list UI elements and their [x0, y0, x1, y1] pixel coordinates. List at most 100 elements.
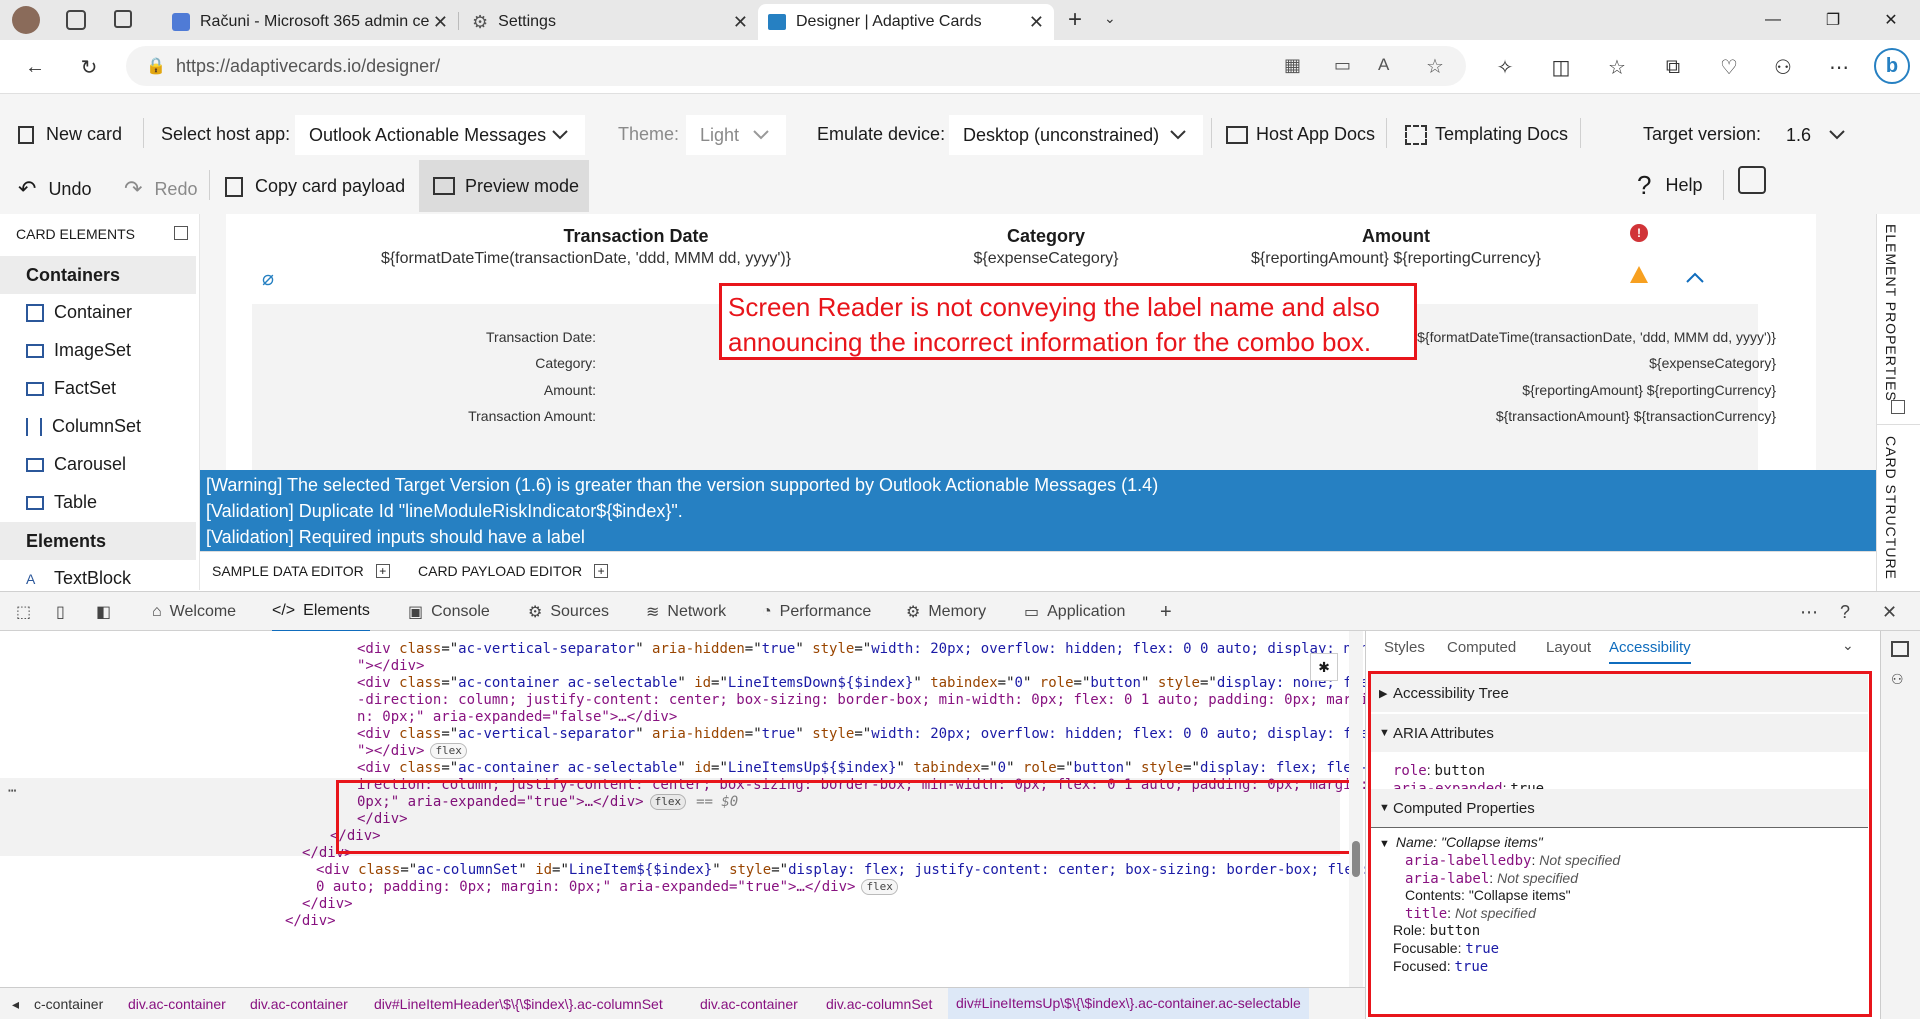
dom-line[interactable]: <div class="ac-vertical-separator" aria-… [357, 639, 1365, 659]
expand-icon[interactable]: + [375, 564, 390, 578]
breadcrumb-item[interactable]: div.ac-container [700, 996, 798, 1012]
side-tab-layout[interactable]: Layout [1546, 639, 1591, 656]
close-tab-icon[interactable]: ✕ [733, 12, 748, 33]
read-aloud-icon[interactable]: A [1378, 55, 1389, 75]
side-tab-computed[interactable]: Computed [1447, 639, 1516, 656]
breadcrumb-item[interactable]: div.ac-columnSet [826, 996, 932, 1012]
close-window-icon[interactable]: ✕ [1862, 0, 1920, 40]
computed-properties-section[interactable]: ▼ Computed Properties [1371, 789, 1868, 827]
split-screen-icon[interactable]: ◫ [1546, 52, 1576, 82]
flex-badge[interactable]: flex [861, 879, 898, 895]
devtools-tab-welcome[interactable]: ⌂ Welcome [152, 592, 236, 632]
close-devtools-icon[interactable]: ✕ [1882, 592, 1897, 632]
copy-card-payload-button[interactable]: Copy card payload [225, 176, 405, 197]
dom-line[interactable]: <div class="ac-vertical-separator" aria-… [357, 724, 1365, 744]
palette-item-container[interactable]: Container [26, 302, 132, 323]
side-tab-accessibility[interactable]: Accessibility [1609, 639, 1691, 664]
flex-badge[interactable]: flex [430, 743, 467, 759]
side-tabs-chevron-icon[interactable]: ⌄ [1842, 637, 1854, 654]
inspect-element-icon[interactable]: ⬚ [16, 592, 31, 632]
card-structure-tab[interactable]: CARD STRUCTURE [1883, 436, 1899, 580]
workspaces-icon[interactable] [66, 10, 86, 30]
palette-item-imageset[interactable]: ImageSet [26, 340, 131, 361]
scrollbar-thumb[interactable] [1352, 841, 1360, 877]
extensions-icon[interactable]: ✧ [1490, 52, 1520, 82]
profile-avatar[interactable] [12, 6, 40, 34]
close-tab-icon[interactable]: ✕ [1029, 12, 1044, 33]
breadcrumb-item[interactable]: div.ac-container [250, 996, 348, 1012]
sample-data-editor-tab[interactable]: SAMPLE DATA EDITOR + [212, 563, 390, 579]
tab-actions-icon[interactable] [114, 10, 132, 28]
host-app-docs-button[interactable]: Host App Docs [1226, 124, 1375, 145]
restore-icon[interactable]: ❐ [1804, 0, 1862, 40]
breadcrumb-item[interactable]: div.ac-container [128, 996, 226, 1012]
emulate-device-select[interactable]: Desktop (unconstrained) [949, 115, 1203, 155]
expand-icon[interactable]: + [594, 564, 609, 578]
dock-sidebar-icon[interactable]: ◧ [96, 592, 111, 632]
tab-settings[interactable]: ⚙ Settings ✕ [462, 4, 758, 40]
browser-essentials-icon[interactable]: ♡ [1714, 52, 1744, 82]
templating-docs-button[interactable]: Templating Docs [1405, 124, 1568, 145]
palette-item-textblock[interactable]: A TextBlock [26, 568, 131, 589]
target-version-select[interactable]: 1.6 [1772, 115, 1862, 155]
dom-line[interactable]: </div> [285, 911, 336, 931]
attachment-icon[interactable]: ⌀ [262, 266, 274, 291]
preview-mode-button[interactable]: Preview mode [419, 160, 589, 212]
help-circle-icon[interactable]: ? [1840, 592, 1850, 632]
close-tab-icon[interactable]: ✕ [433, 12, 448, 33]
shopping-icon[interactable]: ▭ [1334, 55, 1351, 76]
palette-item-carousel[interactable]: Carousel [26, 454, 126, 475]
tab-list-chevron-icon[interactable]: ⌄ [1104, 10, 1116, 27]
chevron-up-icon[interactable] [1683, 268, 1707, 288]
bing-icon[interactable]: b [1874, 48, 1910, 84]
copilot-share-icon[interactable]: ⚇ [1768, 52, 1798, 82]
more-tools-icon[interactable]: ⋯ [1800, 592, 1818, 632]
devtools-tab-performance[interactable]: ◔ Performance [762, 592, 871, 632]
host-app-select[interactable]: Outlook Actionable Messages [295, 115, 585, 155]
breadcrumb-item-selected[interactable]: div#LineItemsUp\$\{\$index\}.ac-containe… [948, 988, 1309, 1019]
card-payload-editor-tab[interactable]: CARD PAYLOAD EDITOR + [418, 563, 609, 579]
devtools-tab-memory[interactable]: ⚙ Memory [906, 592, 986, 632]
favorites-icon[interactable]: ☆ [1602, 52, 1632, 82]
add-panel-icon[interactable]: + [1160, 592, 1172, 632]
accessibility-tree-section[interactable]: ▶ Accessibility Tree [1371, 674, 1868, 712]
tab-designer[interactable]: Designer | Adaptive Cards ✕ [758, 4, 1054, 40]
computed-name-row[interactable]: ▼ Name: "Collapse items" [1379, 834, 1543, 850]
devtools-tab-elements[interactable]: </> Elements [272, 592, 370, 632]
palette-item-columnset[interactable]: ColumnSet [26, 416, 141, 437]
dom-line[interactable]: 0 auto; padding: 0px; margin: 0px;" aria… [316, 877, 898, 897]
accessibility-tools-icon[interactable]: ⚇ [1891, 671, 1904, 688]
collapse-panel-icon[interactable] [174, 226, 188, 240]
new-card-button[interactable]: New card [18, 124, 122, 145]
refresh-icon[interactable]: ↻ [74, 52, 104, 82]
side-tab-styles[interactable]: Styles [1384, 639, 1425, 656]
address-bar[interactable]: 🔒 https://adaptivecards.io/designer/ ▦ ▭… [126, 46, 1466, 86]
devtools-tab-application[interactable]: ▭ Application [1024, 592, 1125, 632]
new-tab-icon[interactable]: + [1068, 6, 1082, 34]
toggle-sidebar-icon[interactable] [1891, 641, 1909, 657]
palette-item-table[interactable]: Table [26, 492, 97, 513]
device-emulation-icon[interactable]: ▯ [56, 592, 65, 632]
help-button[interactable]: ? Help [1637, 170, 1703, 201]
breadcrumb-scroll-left-icon[interactable]: ◂ [12, 996, 19, 1013]
collections-icon[interactable]: ⧉ [1658, 52, 1688, 82]
expand-icon[interactable] [1891, 400, 1905, 414]
devtools-tab-network[interactable]: ≋ Network [646, 592, 726, 632]
favorite-star-icon[interactable]: ☆ [1426, 54, 1444, 79]
more-menu-icon[interactable]: ⋯ [1824, 52, 1854, 82]
tab-m365-admin[interactable]: Računi - Microsoft 365 admin ce ✕ [162, 4, 458, 40]
breadcrumb-item[interactable]: c-container [34, 996, 103, 1012]
element-properties-tab[interactable]: ELEMENT PROPERTIES [1883, 224, 1899, 402]
aria-attributes-section[interactable]: ▼ ARIA Attributes [1371, 714, 1868, 752]
undo-button[interactable]: ↶ Undo [18, 176, 91, 202]
palette-item-factset[interactable]: FactSet [26, 378, 116, 399]
devtools-tab-console[interactable]: ▣ Console [408, 592, 490, 632]
accessibility-inspector-icon[interactable]: ✱ [1310, 653, 1338, 681]
minimize-icon[interactable]: — [1744, 0, 1802, 40]
dom-scrollbar[interactable] [1349, 631, 1363, 987]
devtools-tab-sources[interactable]: ⚙ Sources [528, 592, 609, 632]
apps-icon[interactable]: ▦ [1284, 55, 1301, 76]
back-icon[interactable]: ← [20, 52, 50, 82]
feedback-icon[interactable] [1738, 166, 1766, 194]
breadcrumb-item[interactable]: div#LineItemHeader\$\{\$index\}.ac-colum… [374, 996, 663, 1012]
